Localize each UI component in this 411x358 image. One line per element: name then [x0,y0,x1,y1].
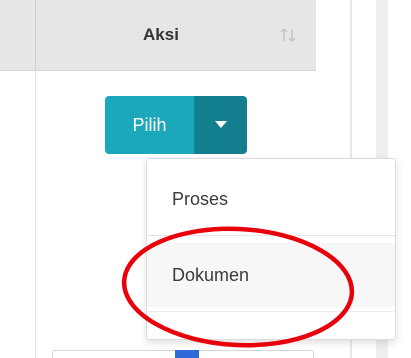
dropdown-toggle-button[interactable] [195,96,247,154]
column-header-aksi[interactable]: Aksi [36,0,286,70]
menu-divider [147,311,395,312]
menu-item-dokumen[interactable]: Dokumen [147,243,395,307]
pilih-button[interactable]: Pilih [105,96,195,154]
menu-item-proses[interactable]: Proses [147,167,395,231]
pilih-split-button: Pilih [105,96,247,154]
partial-blue-element [175,350,199,358]
menu-divider [147,235,395,236]
cell-separator [35,70,36,358]
table-header-row: Aksi [0,0,316,71]
screenshot-canvas: Aksi Pilih Proses Dokumen [0,0,411,358]
sort-arrows-icon[interactable] [279,26,297,44]
action-dropdown-menu: Proses Dokumen [146,158,396,340]
caret-down-icon [215,121,227,128]
